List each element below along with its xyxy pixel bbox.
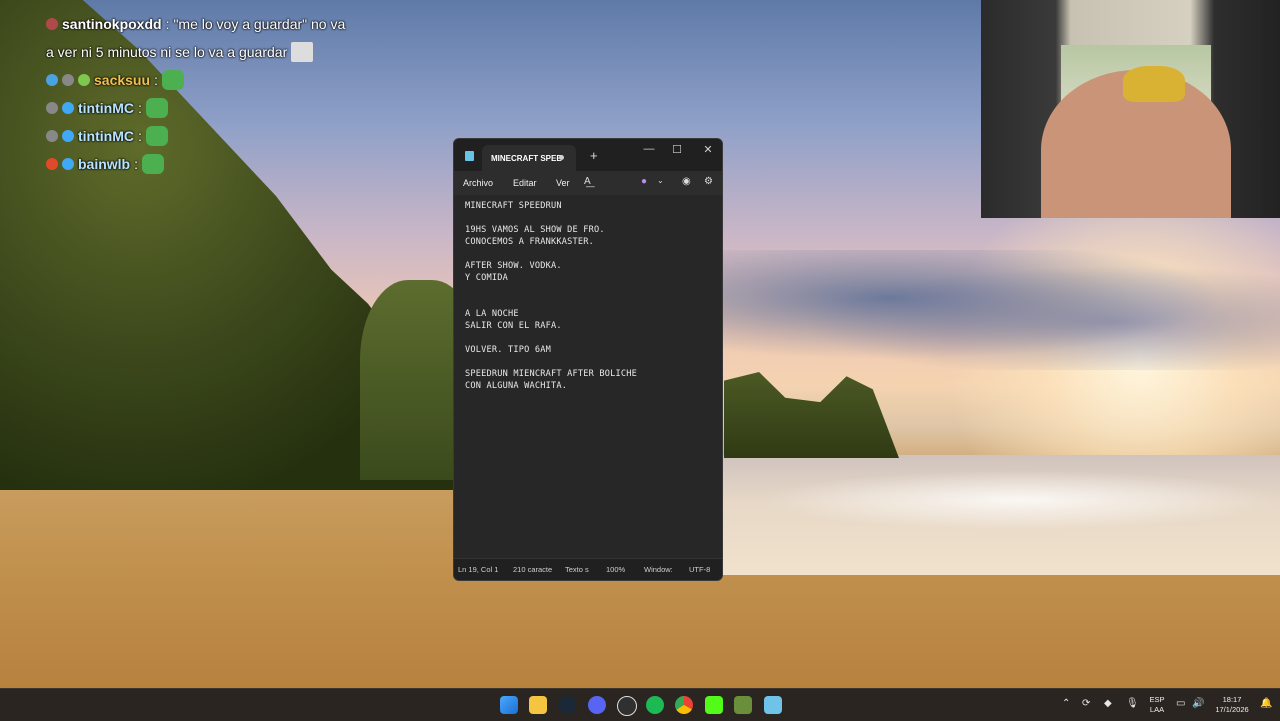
badge-icon [46, 74, 58, 86]
emote-icon [145, 126, 168, 146]
discord-icon[interactable] [588, 696, 606, 714]
chat-username: bainwlb [78, 156, 131, 172]
chat-message: bainwlb: [46, 150, 376, 178]
menu-editar[interactable]: Editar [513, 178, 537, 188]
streamer-hat [1123, 66, 1185, 102]
kick-icon[interactable] [705, 696, 723, 714]
chat-message: tintinMC: [46, 122, 376, 150]
notepad-taskbar-icon[interactable] [764, 696, 782, 714]
date: 17/1/2026 [1215, 705, 1249, 714]
text-line: 19HS VAMOS AL SHOW DE FRO. [465, 225, 605, 235]
settings-gear-icon[interactable]: ⚙ [704, 176, 713, 187]
chat-message: tintinMC: [46, 94, 376, 122]
security-icon[interactable]: ◆ [1104, 698, 1112, 709]
copilot-icon[interactable]: ● [641, 176, 647, 187]
character-count: 210 caracte [513, 565, 553, 574]
emote-icon [145, 98, 168, 118]
time: 18:17 [1222, 695, 1242, 704]
webcam-overlay [981, 0, 1280, 218]
taskbar: ⌃ ⟳ ◆ 🎙 ESP LAA ▭ 🔊 18:17 17/1/2026 🔔 [0, 688, 1280, 721]
chrome-icon[interactable] [675, 696, 693, 714]
close-button[interactable]: ✕ [698, 143, 718, 156]
emote-icon [161, 70, 184, 90]
minecraft-icon[interactable] [734, 696, 752, 714]
clouds [720, 250, 1280, 370]
tab-minecraft[interactable]: MINECRAFT SPEE [482, 145, 576, 171]
notepad-icon [465, 151, 474, 161]
chevron-down-icon[interactable]: ⌄ [657, 176, 664, 185]
text-line: SALIR CON EL RAFA. [465, 321, 562, 331]
spotify-icon[interactable] [646, 696, 664, 714]
rock-island [724, 372, 899, 458]
text-editor[interactable]: MINECRAFT SPEEDRUN 19HS VAMOS AL SHOW DE… [454, 195, 722, 561]
encoding[interactable]: UTF-8 [689, 565, 710, 574]
zoom-level[interactable]: 100% [606, 565, 625, 574]
badge-icon [78, 74, 90, 86]
title-bar[interactable]: MINECRAFT SPEE + — ☐ ✕ [454, 139, 722, 171]
text-line: AFTER SHOW. VODKA. [465, 261, 562, 271]
account-icon[interactable]: ◉ [682, 176, 691, 187]
badge-icon [62, 74, 74, 86]
badge-icon [46, 130, 58, 142]
stream-chat-overlay: santinokpoxdd: "me lo voy a guardar" no … [46, 10, 376, 178]
text-line: SPEEDRUN MIENCRAFT AFTER BOLICHE [465, 369, 637, 379]
new-tab-button[interactable]: + [590, 148, 598, 163]
emote-icon [142, 154, 165, 174]
file-explorer-icon[interactable] [529, 696, 547, 714]
chat-username: sacksuu [94, 72, 151, 88]
cursor-position: Ln 19, Col 1 [458, 565, 499, 574]
chat-username: tintinMC [78, 100, 134, 116]
obs-icon[interactable] [617, 696, 637, 716]
text-line: A LA NOCHE [465, 309, 519, 319]
chat-username: tintinMC [78, 128, 134, 144]
chat-message: santinokpoxdd: "me lo voy a guardar" no … [46, 10, 376, 38]
badge-icon [46, 102, 58, 114]
sync-icon[interactable]: ⟳ [1082, 698, 1090, 709]
windows-start-icon[interactable] [500, 696, 518, 714]
status-bar: Ln 19, Col 1 210 caracte Texto s 100% Wi… [454, 558, 722, 580]
text-line: VOLVER. TIPO 6AM [465, 345, 551, 355]
tab-title: MINECRAFT SPEE [491, 153, 562, 163]
menu-ver[interactable]: Ver [556, 178, 570, 188]
keyboard-layout: LAA [1149, 705, 1165, 714]
language: ESP [1149, 695, 1165, 704]
line-ending[interactable]: Window: [644, 565, 673, 574]
sea-foam [760, 470, 1280, 530]
chat-username: santinokpoxdd [62, 16, 162, 32]
maximize-button[interactable]: ☐ [667, 143, 687, 156]
chat-text: a ver ni 5 minutos ni se lo va a guardar [46, 44, 288, 60]
badge-icon [62, 102, 74, 114]
notification-bell-icon[interactable]: 🔔 [1260, 698, 1272, 709]
emote-icon [291, 42, 314, 62]
steam-icon[interactable] [558, 696, 576, 714]
menu-archivo[interactable]: Archivo [463, 178, 493, 188]
minimize-button[interactable]: — [639, 143, 659, 155]
text-line: CON ALGUNA WACHITA. [465, 381, 568, 391]
chat-message: a ver ni 5 minutos ni se lo va a guardar [46, 38, 376, 66]
chat-text: "me lo voy a guardar" no va [173, 16, 346, 32]
volume-icon[interactable]: 🔊 [1192, 698, 1204, 709]
chevron-up-icon[interactable]: ⌃ [1062, 698, 1070, 709]
badge-icon [46, 18, 58, 30]
menu-bar: Archivo Editar Ver A͟ ● ⌄ ◉ ⚙ [454, 171, 722, 195]
chat-message: sacksuu: [46, 66, 376, 94]
language-indicator[interactable]: ESP LAA [1146, 695, 1168, 715]
badge-icon [62, 130, 74, 142]
badge-icon [62, 158, 74, 170]
unsaved-dot-icon[interactable] [559, 155, 564, 160]
microphone-icon[interactable]: 🎙 [1126, 698, 1139, 709]
format-text-icon[interactable]: A͟ [584, 176, 591, 187]
clock[interactable]: 18:17 17/1/2026 [1210, 695, 1254, 715]
text-line: MINECRAFT SPEEDRUN [465, 201, 562, 211]
text-line: Y COMIDA [465, 273, 508, 283]
notepad-window[interactable]: MINECRAFT SPEE + — ☐ ✕ Archivo Editar Ve… [453, 138, 723, 581]
badge-icon [46, 158, 58, 170]
network-icon[interactable]: ▭ [1176, 698, 1185, 709]
text-line: CONOCEMOS A FRANKKASTER. [465, 237, 594, 247]
text-format[interactable]: Texto s [565, 565, 589, 574]
